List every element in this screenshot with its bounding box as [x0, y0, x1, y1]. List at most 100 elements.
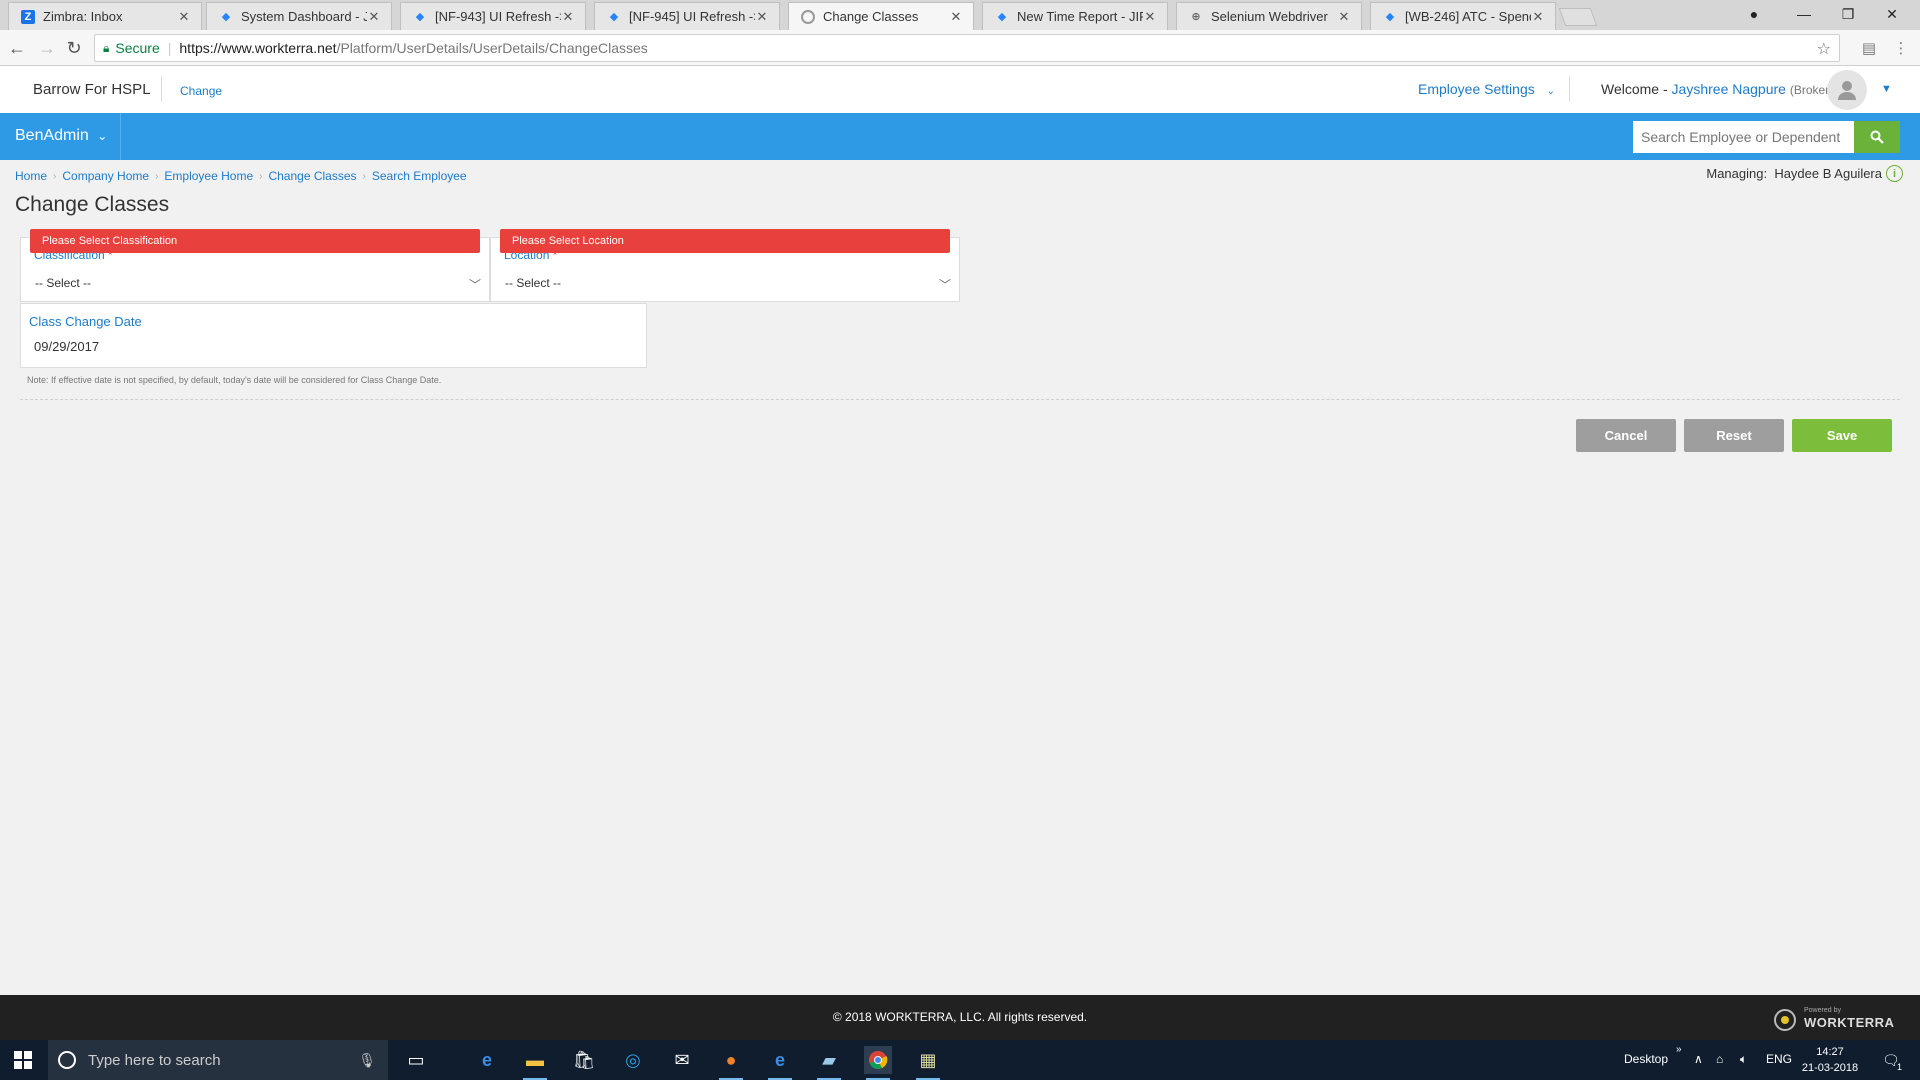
- store-icon[interactable]: 🛍︎: [570, 1046, 598, 1074]
- class-change-date-input[interactable]: [22, 334, 642, 364]
- caret-down-icon[interactable]: ▼: [1881, 83, 1892, 95]
- tab-title: New Time Report - JIRA: [1017, 9, 1143, 24]
- tab-title: [NF-945] UI Refresh -> C: [629, 9, 755, 24]
- close-icon[interactable]: ✕: [949, 9, 963, 25]
- workterra-brand: WORKTERRA: [1804, 1015, 1895, 1030]
- task-view-icon[interactable]: ▭: [402, 1046, 430, 1074]
- chevron-double-right-icon[interactable]: »: [1676, 1044, 1682, 1055]
- cancel-button[interactable]: Cancel: [1576, 419, 1676, 452]
- search-button[interactable]: [1854, 121, 1900, 153]
- main-navbar: BenAdmin ⌄: [0, 113, 1920, 160]
- breadcrumb-home[interactable]: Home: [15, 169, 47, 183]
- chevron-right-icon: ›: [259, 170, 263, 182]
- selenium-icon: ⊕: [1191, 11, 1201, 23]
- language-indicator[interactable]: ENG: [1766, 1052, 1792, 1066]
- close-icon[interactable]: ✕: [367, 9, 381, 25]
- notepad-icon[interactable]: ▰: [815, 1046, 843, 1080]
- chrome-icon[interactable]: [864, 1046, 892, 1080]
- chevron-right-icon: ›: [362, 170, 366, 182]
- windows-start-icon[interactable]: [14, 1051, 32, 1069]
- extension-icon[interactable]: ▤: [1860, 39, 1878, 57]
- calculator-icon[interactable]: ▦: [914, 1046, 942, 1080]
- save-button[interactable]: Save: [1792, 419, 1892, 452]
- powered-by-label: Powered by: [1804, 1007, 1841, 1014]
- volume-icon[interactable]: 🔈︎: [1740, 1052, 1747, 1067]
- chevron-down-icon: ⌄: [1546, 86, 1556, 97]
- location-error-tooltip: Please Select Location: [500, 229, 950, 253]
- tab-title: [WB-246] ATC - Spendin: [1405, 9, 1531, 24]
- secure-label: Secure: [115, 40, 160, 56]
- bookmark-star-icon[interactable]: ☆: [1817, 39, 1831, 59]
- company-name: Barrow For HSPL: [33, 81, 151, 98]
- browser-tab-zimbra[interactable]: Z Zimbra: Inbox ✕: [8, 2, 202, 30]
- separator: |: [167, 40, 172, 56]
- close-icon[interactable]: ✕: [1337, 9, 1351, 25]
- info-icon[interactable]: i: [1886, 165, 1903, 182]
- managing-name: Haydee B Aguilera: [1774, 166, 1882, 181]
- reload-icon[interactable]: ↻: [63, 37, 85, 59]
- menu-kebab-icon[interactable]: ⋮: [1892, 39, 1910, 57]
- employee-settings-dropdown[interactable]: Employee Settings ⌄: [1418, 81, 1555, 97]
- benadmin-menu[interactable]: BenAdmin ⌄: [15, 127, 107, 145]
- loading-icon: [801, 9, 815, 24]
- file-explorer-icon[interactable]: ▬: [521, 1046, 549, 1080]
- browser-tab-selenium[interactable]: ⊕ Selenium Webdriver ✕: [1176, 2, 1362, 30]
- avatar[interactable]: [1827, 70, 1867, 110]
- restore-icon[interactable]: ❐: [1826, 0, 1870, 28]
- close-icon[interactable]: ✕: [1531, 9, 1545, 25]
- new-tab-button[interactable]: [1558, 8, 1598, 26]
- change-company-link[interactable]: Change: [180, 84, 222, 98]
- browser-tab-nf943[interactable]: ◆ [NF-943] UI Refresh -> N ✕: [400, 2, 586, 30]
- profile-icon[interactable]: ●: [1732, 0, 1776, 28]
- user-icon: [1838, 81, 1856, 100]
- breadcrumb-employee-home[interactable]: Employee Home: [164, 169, 253, 183]
- breadcrumb-search-employee[interactable]: Search Employee: [372, 169, 467, 183]
- close-icon[interactable]: ✕: [177, 9, 191, 25]
- taskbar-search-box[interactable]: Type here to search 🎙︎: [48, 1040, 388, 1080]
- firefox-icon[interactable]: ●: [717, 1046, 745, 1080]
- classification-select-value: -- Select --: [35, 276, 92, 290]
- desktop-toolbar-label[interactable]: Desktop: [1624, 1052, 1668, 1066]
- jira-icon: ◆: [609, 11, 619, 23]
- mail-icon[interactable]: ✉: [668, 1046, 696, 1074]
- reset-button[interactable]: Reset: [1684, 419, 1784, 452]
- browser-tab-wb246[interactable]: ◆ [WB-246] ATC - Spendin ✕: [1370, 2, 1556, 30]
- forward-icon[interactable]: →: [36, 37, 58, 59]
- managing-info: Managing: Haydee B Aguilera: [1706, 166, 1882, 181]
- edge-icon[interactable]: e: [473, 1046, 501, 1074]
- class-change-date-value: 09/29/2017: [34, 339, 100, 354]
- windows-taskbar: Type here to search 🎙︎ ▭ e ▬ 🛍︎ ◎ ✉ ● e …: [0, 1040, 1920, 1080]
- close-icon[interactable]: ✕: [561, 9, 575, 25]
- tab-title: Selenium Webdriver: [1211, 9, 1328, 24]
- minimize-icon[interactable]: —: [1782, 0, 1826, 28]
- divider: [20, 399, 1900, 400]
- breadcrumb-company-home[interactable]: Company Home: [62, 169, 149, 183]
- tray-expand-icon[interactable]: ∧: [1694, 1052, 1703, 1066]
- safari-icon[interactable]: ◎: [619, 1046, 647, 1074]
- divider: [120, 113, 121, 160]
- workterra-logo-icon: [1774, 1009, 1796, 1031]
- divider: [161, 76, 162, 102]
- url-input[interactable]: 🔒︎ Secure | https://www.workterra.net/Pl…: [94, 34, 1840, 62]
- browser-tab-jira-dashboard[interactable]: ◆ System Dashboard - JIRA ✕: [206, 2, 392, 30]
- breadcrumb-change-classes[interactable]: Change Classes: [268, 169, 356, 183]
- app-header: Barrow For HSPL Change Employee Settings…: [0, 66, 1920, 113]
- copyright-text: © 2018 WORKTERRA, LLC. All rights reserv…: [832, 1010, 1088, 1024]
- microphone-icon[interactable]: 🎙︎: [358, 1052, 376, 1069]
- back-icon[interactable]: ←: [6, 37, 28, 59]
- close-icon[interactable]: ✕: [1143, 9, 1157, 25]
- close-icon[interactable]: ✕: [755, 9, 769, 25]
- user-name-link[interactable]: Jayshree Nagpure: [1672, 81, 1786, 97]
- network-icon[interactable]: ⌂: [1716, 1052, 1723, 1066]
- taskbar-clock[interactable]: 14:27 21-03-2018: [1800, 1044, 1860, 1076]
- browser-tab-change-classes[interactable]: Change Classes ✕: [788, 2, 974, 30]
- employee-search-input[interactable]: [1633, 121, 1854, 153]
- class-change-date-label: Class Change Date: [29, 314, 142, 329]
- browser-tab-time-report[interactable]: ◆ New Time Report - JIRA ✕: [982, 2, 1168, 30]
- jira-icon: ◆: [221, 11, 231, 23]
- browser-tab-nf945[interactable]: ◆ [NF-945] UI Refresh -> C ✕: [594, 2, 780, 30]
- breadcrumb: Home › Company Home › Employee Home › Ch…: [15, 169, 467, 183]
- window-close-icon[interactable]: ✕: [1870, 0, 1914, 28]
- cortana-icon: [58, 1051, 76, 1069]
- internet-explorer-icon[interactable]: e: [766, 1046, 794, 1080]
